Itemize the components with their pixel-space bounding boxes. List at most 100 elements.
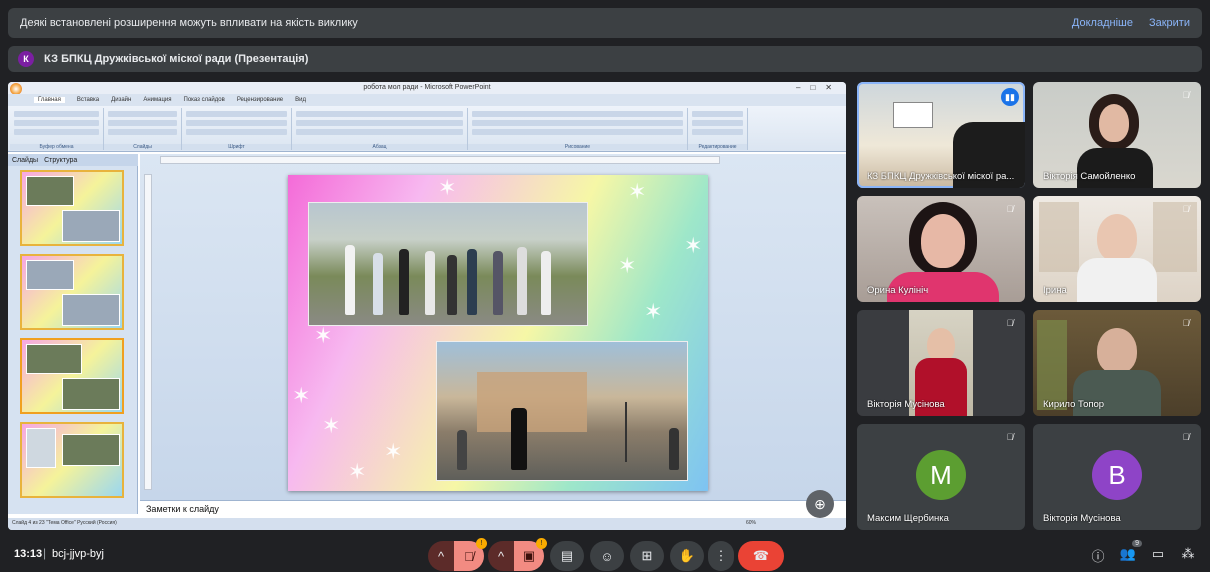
- close-link[interactable]: Закрити: [1149, 17, 1190, 29]
- slide-status: Слайд 4 из 23 "Тема Office" Русский (Рос…: [12, 520, 117, 526]
- participant-name: Вікторія Мусінова: [867, 399, 945, 410]
- warning-badge-icon: !: [536, 538, 547, 549]
- slides-tab[interactable]: Слайды: [12, 157, 38, 164]
- slide-thumbnail[interactable]: [20, 170, 124, 246]
- participant-tile[interactable]: В 🎙̸ Вікторія Мусінова: [1033, 424, 1201, 530]
- chat-button[interactable]: ▭: [1148, 546, 1168, 566]
- ribbon-group-label: Шрифт: [182, 144, 291, 150]
- leaf-decoration: ✶: [438, 175, 457, 200]
- ppt-ribbon-tabs: Главная Вставка Дизайн Анимация Показ сл…: [8, 94, 846, 106]
- camera-options-button[interactable]: ^: [488, 541, 514, 571]
- present-button[interactable]: ⊞: [630, 541, 664, 571]
- ribbon-group-label: Абзац: [292, 144, 467, 150]
- details-link[interactable]: Докладніше: [1072, 17, 1133, 29]
- ppt-tab[interactable]: Вид: [295, 97, 306, 103]
- participant-tile[interactable]: 🎙̸ Кирило Топор: [1033, 310, 1201, 416]
- leave-call-button[interactable]: ☎: [738, 541, 784, 571]
- zoom-level: 60%: [745, 520, 756, 526]
- warning-badge-icon: !: [476, 538, 487, 549]
- muted-mic-icon: 🎙̸: [1006, 204, 1014, 214]
- leaf-decoration: ✶: [618, 253, 637, 278]
- ribbon-group-clipboard: Буфер обмена: [10, 108, 104, 150]
- outline-tab[interactable]: Структура: [44, 157, 77, 164]
- leaf-decoration: ✶: [628, 179, 647, 204]
- ppt-status-bar: Слайд 4 из 23 "Тема Office" Русский (Рос…: [8, 518, 846, 530]
- ppt-window-title: робота мол ради - Microsoft PowerPoint: [8, 82, 846, 94]
- participant-name: КЗ БПКЦ Дружківської міскої ра...: [867, 171, 1015, 182]
- badminton-photo: [436, 341, 688, 481]
- participant-name: Ірина: [1043, 285, 1067, 296]
- ribbon-group-label: Редактирование: [688, 144, 747, 150]
- people-button[interactable]: 👥 9: [1118, 540, 1142, 566]
- slide-thumbnail[interactable]: [20, 254, 124, 330]
- leaf-decoration: ✶: [292, 383, 311, 408]
- participant-tile[interactable]: ▮▮ КЗ БПКЦ Дружківської міскої ра...: [857, 82, 1025, 188]
- presenter-avatar: К: [18, 51, 34, 67]
- people-icon: 👥: [1119, 546, 1137, 561]
- participant-tile[interactable]: М 🎙̸ Максим Щербинка: [857, 424, 1025, 530]
- leaf-decoration: ✶: [314, 323, 333, 348]
- participant-name: Вікторія Самойленко: [1043, 171, 1136, 182]
- chat-icon: ▭: [1151, 546, 1165, 561]
- shared-screen: робота мол ради - Microsoft PowerPoint –…: [8, 82, 846, 530]
- ppt-tab[interactable]: Рецензирование: [237, 97, 283, 103]
- group-photo: [308, 202, 588, 326]
- participant-tile[interactable]: 🎙̸ Вікторія Мусінова: [857, 310, 1025, 416]
- captions-button[interactable]: ▤: [550, 541, 584, 571]
- activities-button[interactable]: ⁂: [1178, 546, 1198, 566]
- present-screen-icon: ⊞: [641, 548, 653, 563]
- ribbon-group-label: Буфер обмена: [10, 144, 103, 150]
- ribbon-group-drawing: Рисование: [468, 108, 688, 150]
- speaking-indicator-icon: ▮▮: [1001, 88, 1019, 106]
- window-controls-icon: –□✕: [796, 83, 842, 92]
- participant-tile[interactable]: 🎙̸ Вікторія Самойленко: [1033, 82, 1201, 188]
- ppt-tab[interactable]: Главная: [34, 97, 65, 103]
- camera-toggle-button[interactable]: ▣ !: [514, 538, 547, 571]
- participant-name: Орина Кулініч: [867, 285, 929, 296]
- more-vert-icon: ⋮: [714, 548, 728, 563]
- emoji-icon: ☺: [600, 548, 614, 564]
- divider: |: [43, 546, 47, 560]
- slides-panel-tabs: Слайды Структура: [8, 154, 138, 166]
- muted-mic-icon: 🎙̸: [1182, 204, 1190, 214]
- leaf-decoration: ✶: [684, 233, 703, 258]
- leaf-decoration: ✶: [322, 413, 341, 438]
- muted-mic-icon: 🎙̸: [1182, 90, 1190, 100]
- ribbon-group-slides: Слайды: [104, 108, 182, 150]
- clock: 13:13: [14, 548, 43, 560]
- people-count: 9: [1132, 540, 1142, 547]
- more-options-button[interactable]: ⋮: [708, 541, 734, 571]
- hand-icon: ✋: [678, 548, 696, 563]
- leaf-decoration: ✶: [644, 299, 663, 324]
- muted-mic-icon: 🎙̸: [1006, 318, 1014, 328]
- slides-panel: Слайды Структура: [8, 154, 138, 514]
- ppt-tab[interactable]: Анимация: [143, 97, 171, 103]
- current-slide[interactable]: ✶ ✶ ✶ ✶ ✶ ✶ ✶ ✶ ✶ ✶: [288, 175, 708, 491]
- camera-off-icon: ▣: [522, 548, 536, 563]
- presentation-bar: К КЗ БПКЦ Дружківської міскої ради (През…: [8, 46, 1202, 72]
- participant-tile[interactable]: 🎙̸ Орина Кулініч: [857, 196, 1025, 302]
- mic-toggle-button[interactable]: 🎙̸ !: [454, 538, 487, 571]
- reactions-button[interactable]: ☺: [590, 541, 624, 571]
- slide-thumbnail[interactable]: [20, 422, 124, 498]
- ribbon-group-font: Шрифт: [182, 108, 292, 150]
- raise-hand-button[interactable]: ✋: [670, 541, 704, 571]
- meeting-info-button[interactable]: ⓘ: [1088, 546, 1108, 566]
- info-icon: ⓘ: [1091, 549, 1105, 564]
- mic-options-button[interactable]: ^: [428, 541, 454, 571]
- slide-thumbnail-selected[interactable]: [20, 338, 124, 414]
- participant-avatar: М: [916, 450, 966, 500]
- ribbon-group-label: Рисование: [468, 144, 687, 150]
- banner-message: Деякі встановлені розширення можуть впли…: [20, 17, 358, 29]
- zoom-icon[interactable]: ⊕: [806, 490, 834, 518]
- captions-icon: ▤: [560, 548, 574, 563]
- ppt-tab[interactable]: Показ слайдов: [184, 97, 225, 103]
- ribbon-group-paragraph: Абзац: [292, 108, 468, 150]
- extensions-warning-banner: Деякі встановлені розширення можуть впли…: [8, 8, 1202, 38]
- presentation-title: КЗ БПКЦ Дружківської міскої ради (Презен…: [44, 53, 309, 65]
- ppt-tab[interactable]: Вставка: [77, 97, 99, 103]
- slide-notes[interactable]: Заметки к слайду: [140, 500, 846, 516]
- leaf-decoration: ✶: [348, 459, 367, 484]
- participant-tile[interactable]: 🎙̸ Ірина: [1033, 196, 1201, 302]
- ppt-tab[interactable]: Дизайн: [111, 97, 131, 103]
